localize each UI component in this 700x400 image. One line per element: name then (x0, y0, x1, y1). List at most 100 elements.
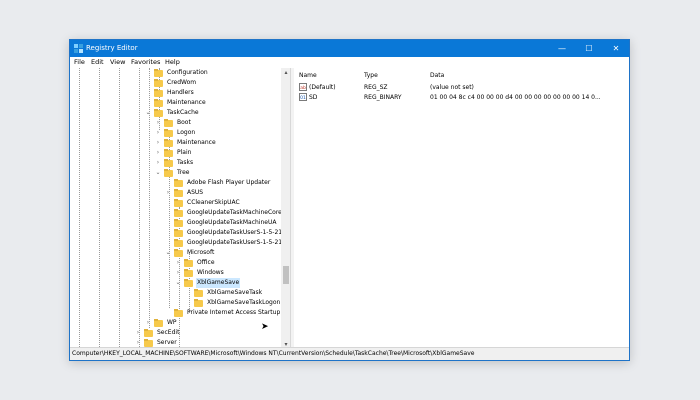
tree-node-label: GoogleUpdateTaskMachineCore (187, 209, 282, 216)
tree-node[interactable]: › Tasks (70, 158, 280, 168)
folder-icon (154, 99, 163, 107)
tree-node[interactable]: Configuration (70, 68, 280, 78)
menu-file[interactable]: File (74, 58, 85, 67)
tree-node[interactable]: CredWom (70, 78, 280, 88)
tree-node-label: Private Internet Access Startup (187, 309, 281, 316)
tree-node[interactable]: GoogleUpdateTaskMachineCore (70, 208, 282, 218)
binary-value-icon: 01 (299, 93, 307, 101)
tree-node-label: Adobe Flash Player Updater (187, 179, 271, 186)
minimize-button[interactable]: — (550, 40, 574, 57)
tree-node[interactable]: › Plain (70, 148, 280, 158)
tree-node[interactable]: Handlers (70, 88, 280, 98)
tree-node[interactable]: › Office (70, 258, 280, 268)
menu-favorites[interactable]: Favorites (131, 58, 160, 67)
key-tree-pane: Configuration CredWom Handlers Maintenan… (70, 68, 290, 349)
tree-node[interactable]: › ASUS (70, 188, 280, 198)
value-name: (Default) (309, 84, 336, 91)
value-data: 01 00 04 8c c4 00 00 00 d4 00 00 00 00 0… (430, 94, 601, 101)
expand-chevron-icon[interactable]: › (154, 148, 162, 158)
tree-node-label: Configuration (167, 69, 208, 76)
collapse-chevron-icon[interactable]: ⌄ (154, 168, 162, 178)
column-header-type[interactable]: Type (364, 71, 378, 80)
folder-icon (144, 329, 153, 337)
tree-node[interactable]: › Logon (70, 128, 280, 138)
menu-view[interactable]: View (110, 58, 125, 67)
value-row[interactable]: ab (Default) REG_SZ (value not set) (294, 83, 629, 93)
tree-node-label: XblGameSaveTask (207, 289, 263, 296)
tree-node-label: SecEdit (157, 329, 180, 336)
tree-node[interactable]: XblGameSaveTaskLogon (70, 298, 280, 308)
title-bar[interactable]: Registry Editor — ☐ ✕ (70, 40, 629, 57)
tree-node-label: GoogleUpdateTaskMachineUA (187, 219, 277, 226)
tree-node[interactable]: › SecEdit (70, 328, 280, 338)
expand-chevron-icon[interactable]: › (144, 318, 152, 328)
scroll-up-icon[interactable]: ▴ (282, 69, 290, 76)
folder-icon (174, 199, 183, 207)
tree-node-label: Maintenance (167, 99, 206, 106)
tree-node[interactable]: GoogleUpdateTaskUserS-1-5-21- (70, 238, 284, 248)
value-type: REG_BINARY (364, 94, 402, 101)
expand-chevron-icon[interactable]: › (174, 258, 182, 268)
tree-node-label: Office (197, 259, 215, 266)
registry-editor-window: Registry Editor — ☐ ✕ File Edit View Fav… (69, 39, 630, 361)
tree-node-label: Tree (177, 169, 190, 176)
folder-icon (174, 179, 183, 187)
tree-node-label: GoogleUpdateTaskUserS-1-5-21- (187, 239, 285, 246)
tree-node[interactable]: CCleanerSkipUAC (70, 198, 280, 208)
tree-node[interactable]: › Windows (70, 268, 280, 278)
tree-node[interactable]: › WP (70, 318, 280, 328)
folder-icon (174, 189, 183, 197)
close-button[interactable]: ✕ (604, 40, 628, 57)
folder-icon (194, 299, 203, 307)
tree-node[interactable]: GoogleUpdateTaskUserS-1-5-21- (70, 228, 284, 238)
column-header-data[interactable]: Data (430, 71, 444, 80)
expand-chevron-icon[interactable]: › (154, 158, 162, 168)
tree-node[interactable]: › Boot (70, 118, 280, 128)
expand-chevron-icon[interactable]: › (154, 118, 162, 128)
maximize-button[interactable]: ☐ (577, 40, 601, 57)
tree-node-label: Tasks (177, 159, 194, 166)
tree-node-label: WP (167, 319, 177, 326)
tree-node[interactable]: ⌄ TaskCache (70, 108, 280, 118)
folder-icon (164, 129, 173, 137)
menu-help[interactable]: Help (165, 58, 180, 67)
expand-chevron-icon[interactable]: › (174, 268, 182, 278)
value-data: (value not set) (430, 84, 474, 91)
collapse-chevron-icon[interactable]: ⌄ (144, 108, 152, 118)
folder-icon (164, 139, 173, 147)
tree-node-label: Maintenance (177, 139, 216, 146)
tree-scrollbar[interactable]: ▴ ▾ (281, 68, 290, 349)
tree-node-selected[interactable]: ⌄ XblGameSave (70, 278, 280, 288)
expand-chevron-icon[interactable]: › (164, 188, 172, 198)
column-header-name[interactable]: Name (299, 71, 317, 80)
expand-chevron-icon[interactable]: › (134, 328, 142, 338)
tree-node[interactable]: Adobe Flash Player Updater (70, 178, 280, 188)
scrollbar-thumb[interactable] (283, 266, 289, 284)
tree-node[interactable]: XblGameSaveTask (70, 288, 280, 298)
folder-icon (144, 339, 153, 347)
tree-node[interactable]: Maintenance (70, 98, 280, 108)
folder-icon (174, 309, 183, 317)
menu-edit[interactable]: Edit (91, 58, 104, 67)
tree-node-label: Boot (177, 119, 191, 126)
folder-icon (154, 109, 163, 117)
tree-node[interactable]: GoogleUpdateTaskMachineUA (70, 218, 280, 228)
folder-icon (164, 149, 173, 157)
tree-node-label: ASUS (187, 189, 204, 196)
tree-node-label: TaskCache (167, 109, 199, 116)
address-bar[interactable]: Computer\HKEY_LOCAL_MACHINE\SOFTWARE\Mic… (70, 347, 629, 360)
values-pane: Name Type Data ab (Default) REG_SZ (valu… (294, 68, 629, 349)
value-row[interactable]: 01 SD REG_BINARY 01 00 04 8c c4 00 00 00… (294, 93, 629, 103)
expand-chevron-icon[interactable]: › (154, 138, 162, 148)
folder-icon (164, 159, 173, 167)
tree-node[interactable]: › Maintenance (70, 138, 280, 148)
folder-icon (154, 89, 163, 97)
tree-node[interactable]: ⌄ Microsoft (70, 248, 280, 258)
collapse-chevron-icon[interactable]: ⌄ (174, 278, 182, 288)
tree-node[interactable]: ⌄ Tree (70, 168, 280, 178)
folder-icon (174, 239, 183, 247)
collapse-chevron-icon[interactable]: ⌄ (164, 248, 172, 258)
folder-icon (174, 219, 183, 227)
expand-chevron-icon[interactable]: › (154, 128, 162, 138)
tree-node[interactable]: Private Internet Access Startup (70, 308, 280, 318)
